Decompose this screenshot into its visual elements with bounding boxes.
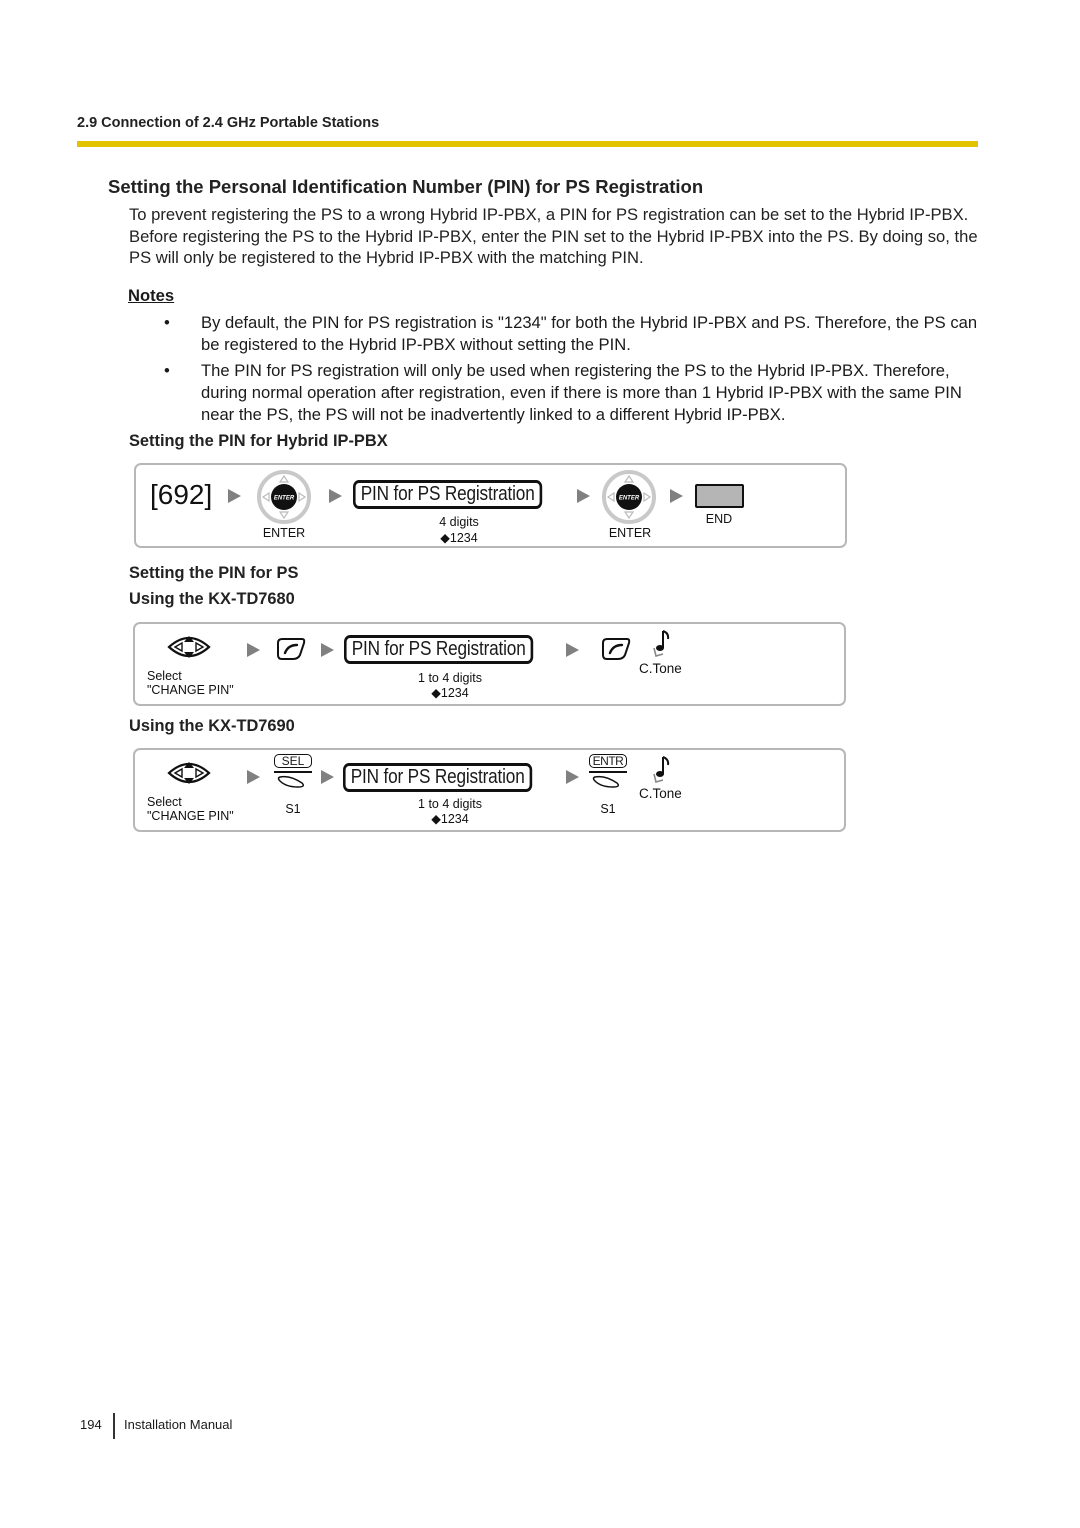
step-arrow-icon [577, 489, 590, 503]
enter-key-text: ENTER [619, 496, 640, 502]
select-line: Select [147, 669, 182, 683]
end-label: END [705, 512, 733, 526]
enter-label: ENTER [608, 526, 652, 540]
program-code: [692] [150, 479, 213, 510]
select-option: "CHANGE PIN" [147, 683, 234, 697]
pin-field-box: PIN for PS Registration [353, 480, 543, 509]
note-item: • By default, the PIN for PS registration… [160, 312, 990, 355]
pin-range: 4 digits [439, 515, 479, 529]
pbx-heading: Setting the PIN for Hybrid IP-PBX [129, 432, 388, 450]
talk-key-icon[interactable] [276, 637, 306, 661]
page-title: Setting the Personal Identification Numb… [108, 176, 704, 197]
step-arrow-icon [321, 643, 334, 657]
td7680-heading: Using the KX-TD7680 [129, 590, 295, 608]
section-header: 2.9 Connection of 2.4 GHz Portable Stati… [77, 115, 380, 131]
pin-range: 1 to 4 digits [418, 671, 482, 685]
note-text: By default, the PIN for PS registration … [201, 313, 978, 354]
header-rule [77, 141, 978, 147]
softkey-label: S1 [600, 802, 616, 816]
select-instruction: Select "CHANGE PIN" [147, 669, 234, 697]
enter-key-text: ENTER [274, 496, 295, 502]
navigator-key-icon[interactable] [167, 632, 211, 662]
td7690-procedure-panel: Select "CHANGE PIN" SEL S1 PIN for PS Re… [133, 748, 846, 832]
page-number: 194 [80, 1417, 102, 1432]
softkey-label: S1 [285, 802, 301, 816]
select-line: Select [147, 795, 182, 809]
bullet-icon: • [164, 313, 170, 332]
select-instruction: Select "CHANGE PIN" [147, 795, 234, 823]
note-item: • The PIN for PS registration will only b… [160, 360, 990, 425]
tone-label: C.Tone [639, 786, 682, 801]
notes-heading: Notes [128, 286, 175, 305]
step-arrow-icon [566, 643, 579, 657]
step-arrow-icon [566, 770, 579, 784]
softkey-text: SEL [274, 754, 312, 768]
td7680-procedure-panel: Select "CHANGE PIN" PIN for PS Registrat… [133, 622, 846, 706]
navigator-key-icon[interactable] [167, 758, 211, 788]
step-arrow-icon [329, 489, 342, 503]
enter-key-icon[interactable]: ENTER [255, 470, 313, 526]
pbx-procedure-panel: [692] ENTER ENTER PIN for PS Registratio… [134, 463, 847, 548]
notes-list: • By default, the PIN for PS registration… [160, 312, 990, 431]
tone-label: C.Tone [639, 661, 682, 676]
footer-doc-title: Installation Manual [124, 1417, 233, 1432]
confirmation-tone-icon [653, 630, 670, 657]
footer-divider [113, 1413, 115, 1439]
ps-heading: Setting the PIN for PS [129, 564, 299, 582]
step-arrow-icon [670, 489, 683, 503]
enter-label: ENTER [262, 526, 306, 540]
bullet-icon: • [164, 361, 170, 381]
pin-field-box: PIN for PS Registration [343, 763, 533, 792]
softkey-button-icon [592, 775, 620, 788]
end-key-icon[interactable] [695, 484, 744, 508]
softkey-button-icon [277, 775, 305, 788]
softkey-entr[interactable]: ENTR [589, 754, 627, 794]
pin-default: ◆1234 [431, 686, 469, 700]
select-option: "CHANGE PIN" [147, 809, 234, 823]
note-text: The PIN for PS registration will only be… [201, 361, 962, 424]
enter-key-icon[interactable]: ENTER [600, 470, 658, 526]
step-arrow-icon [247, 643, 260, 657]
confirmation-tone-icon [653, 756, 670, 783]
pin-range: 1 to 4 digits [418, 797, 482, 811]
td7690-heading: Using the KX-TD7690 [129, 717, 295, 735]
pin-default: ◆1234 [431, 812, 469, 826]
softkey-text: ENTR [589, 754, 627, 768]
pin-default: ◆1234 [440, 531, 478, 545]
step-arrow-icon [321, 770, 334, 784]
softkey-sel[interactable]: SEL [274, 754, 312, 794]
intro-paragraph: To prevent registering the PS to a wrong… [129, 205, 978, 268]
talk-key-icon[interactable] [601, 637, 631, 661]
step-arrow-icon [228, 489, 241, 503]
step-arrow-icon [247, 770, 260, 784]
pin-field-box: PIN for PS Registration [344, 635, 534, 664]
